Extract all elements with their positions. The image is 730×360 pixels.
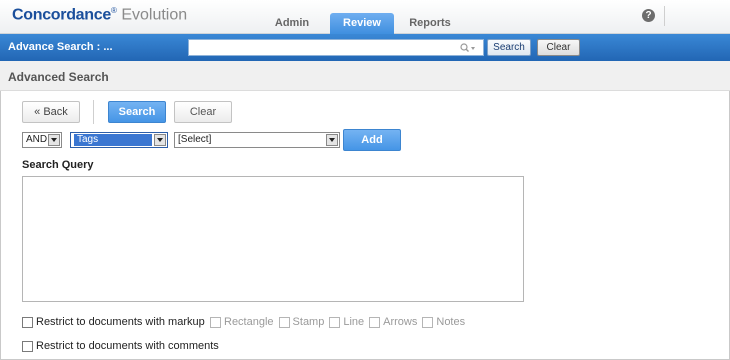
logo-product: Evolution <box>121 6 188 24</box>
tab-reports[interactable]: Reports <box>398 13 462 34</box>
markup-type-line: Line <box>329 316 364 328</box>
search-query-label: Search Query <box>22 159 94 171</box>
value-select[interactable]: [Select] <box>174 132 340 148</box>
stamp-checkbox[interactable] <box>278 316 290 328</box>
quick-clear-button[interactable]: Clear <box>537 39 580 56</box>
restrict-markup-label: Restrict to documents with markup <box>36 316 205 328</box>
field-select[interactable]: Tags <box>70 132 168 148</box>
restrict-markup-checkbox[interactable] <box>22 316 33 328</box>
top-divider <box>664 6 665 26</box>
add-button[interactable]: Add <box>343 129 401 151</box>
stamp-label: Stamp <box>292 316 325 328</box>
markup-type-rectangle: Rectangle <box>210 316 274 328</box>
clear-button[interactable]: Clear <box>174 101 232 123</box>
notes-label: Notes <box>436 316 466 328</box>
arrows-checkbox[interactable] <box>369 316 381 328</box>
page-title: Advanced Search <box>8 70 109 84</box>
search-bar-title: Advance Search : ... <box>8 41 113 53</box>
markup-type-options: Rectangle Stamp Line Arrows Notes <box>210 316 470 328</box>
markup-type-notes: Notes <box>422 316 465 328</box>
quick-search-button[interactable]: Search <box>487 39 531 56</box>
chevron-down-icon[interactable] <box>326 134 338 146</box>
top-bar: Concordance® Evolution Admin Review Repo… <box>0 0 730 34</box>
field-value: Tags <box>74 134 152 146</box>
logo-brand: Concordance <box>12 6 111 24</box>
chevron-down-icon[interactable] <box>154 134 166 146</box>
line-checkbox[interactable] <box>329 316 341 328</box>
value-selected: [Select] <box>178 134 212 145</box>
rectangle-label: Rectangle <box>224 316 274 328</box>
back-button[interactable]: « Back <box>22 101 80 123</box>
rectangle-checkbox[interactable] <box>210 316 221 328</box>
quick-search-input[interactable] <box>188 39 484 56</box>
restrict-comments-option[interactable]: Restrict to documents with comments <box>22 340 219 352</box>
logo-registered: ® <box>110 6 117 15</box>
tab-admin[interactable]: Admin <box>262 13 322 34</box>
arrows-label: Arrows <box>383 316 418 328</box>
search-dropdown-icon[interactable] <box>460 43 476 53</box>
markup-type-arrows: Arrows <box>369 316 417 328</box>
app-logo: Concordance® Evolution <box>12 6 187 24</box>
restrict-comments-checkbox[interactable] <box>22 340 33 352</box>
tab-review[interactable]: Review <box>330 13 394 34</box>
quick-search-bar: Advance Search : ... Search Clear <box>0 34 730 61</box>
notes-checkbox[interactable] <box>422 316 434 328</box>
search-query-textarea[interactable] <box>22 176 524 302</box>
help-icon[interactable]: ? <box>642 9 655 22</box>
chevron-down-icon[interactable] <box>48 134 60 146</box>
line-label: Line <box>343 316 365 328</box>
search-button[interactable]: Search <box>108 101 166 123</box>
restrict-comments-label: Restrict to documents with comments <box>36 340 219 352</box>
markup-type-stamp: Stamp <box>278 316 325 328</box>
operator-value: AND <box>26 134 48 145</box>
restrict-markup-option[interactable]: Restrict to documents with markup <box>22 316 205 328</box>
toolbar-divider <box>93 100 94 124</box>
section-header: Advanced Search <box>0 61 730 91</box>
operator-select[interactable]: AND <box>22 132 62 148</box>
